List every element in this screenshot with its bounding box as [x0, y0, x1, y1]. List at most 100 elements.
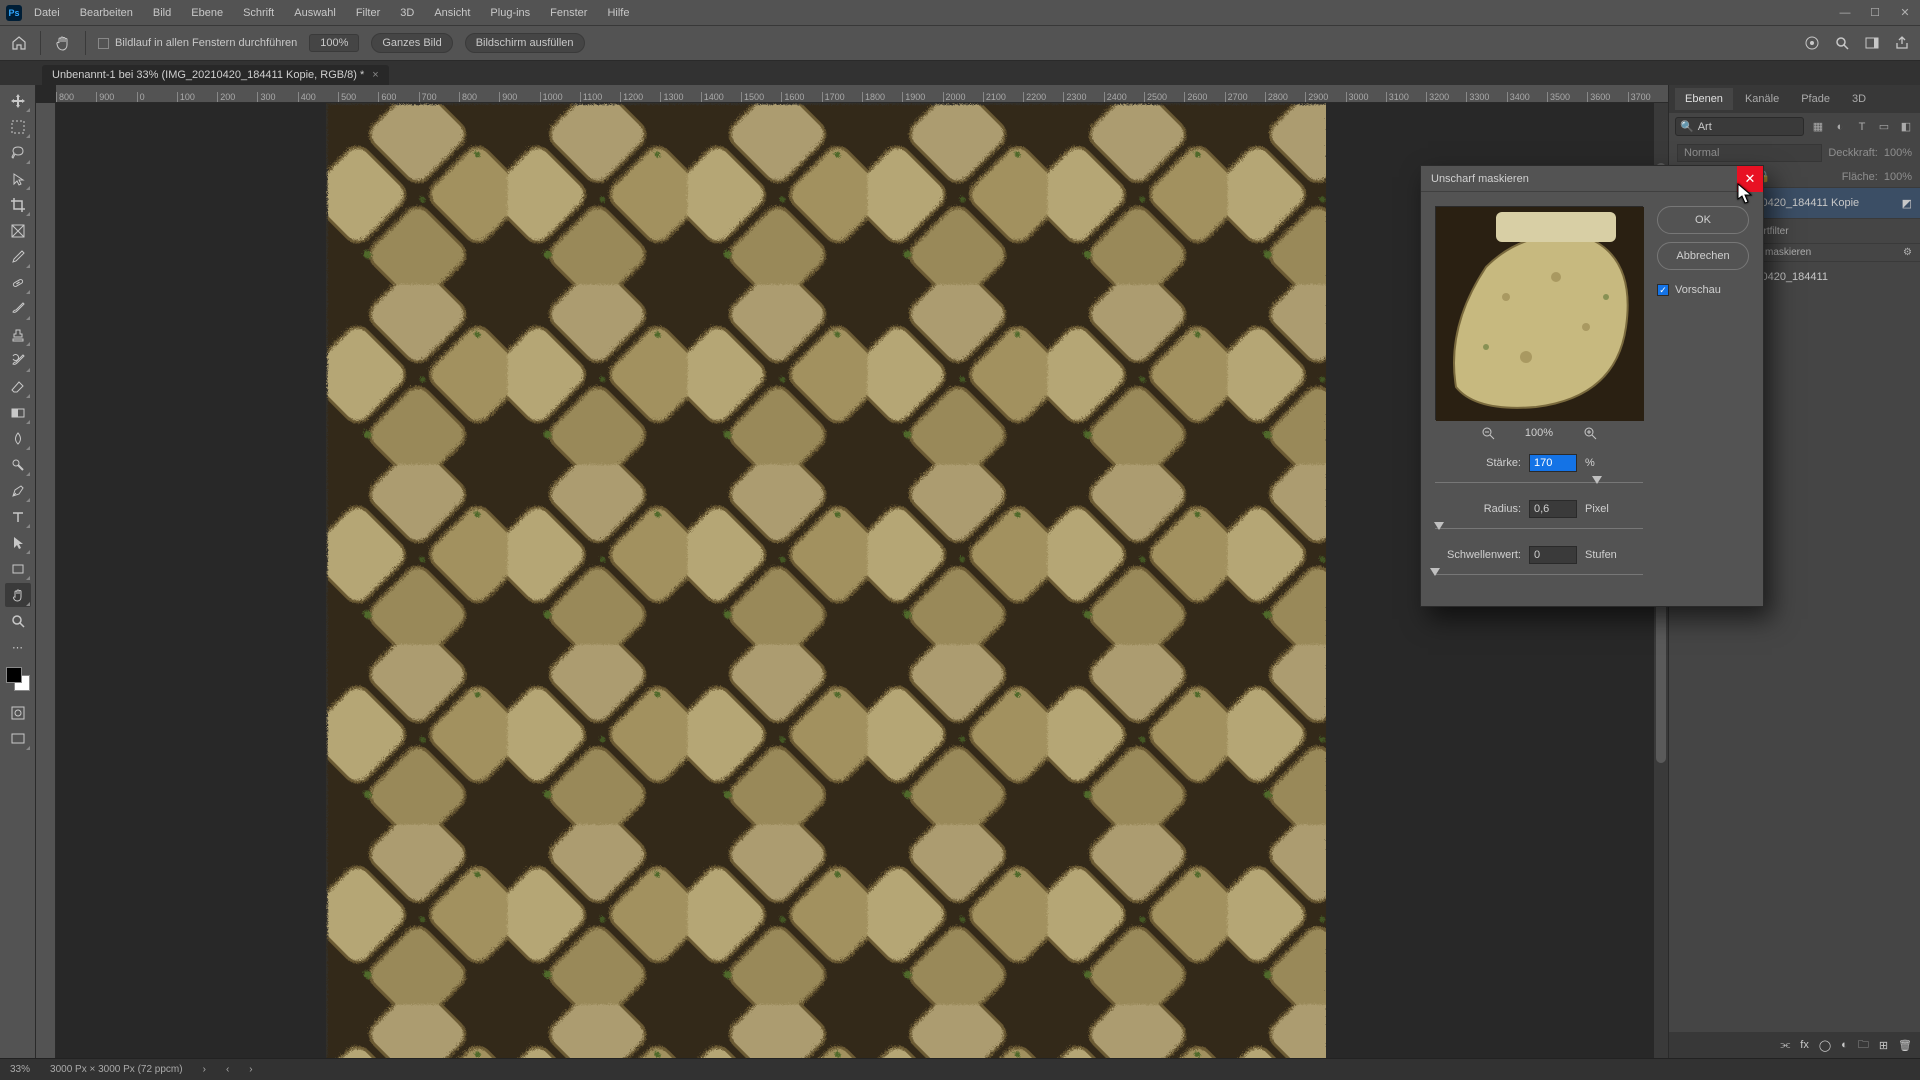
status-zoom[interactable]: 33%	[10, 1064, 30, 1075]
rectangle-tool-icon[interactable]	[5, 557, 31, 581]
menu-edit[interactable]: Bearbeiten	[72, 4, 141, 22]
crop-tool-icon[interactable]	[5, 193, 31, 217]
tab-layers[interactable]: Ebenen	[1675, 88, 1733, 110]
amount-input[interactable]	[1529, 454, 1577, 472]
edit-toolbar-icon[interactable]: ⋯	[5, 635, 31, 659]
zoom-in-icon[interactable]	[1583, 426, 1597, 440]
fill-screen-button[interactable]: Bildschirm ausfüllen	[465, 33, 585, 53]
cloud-icon[interactable]	[1804, 35, 1820, 51]
eyedropper-tool-icon[interactable]	[5, 245, 31, 269]
zoom-tool-icon[interactable]	[5, 609, 31, 633]
scroll-all-checkbox[interactable]: Bildlauf in allen Fenstern durchführen	[98, 37, 297, 49]
document-image	[326, 103, 1326, 1058]
threshold-control: Schwellenwert: Stufen	[1435, 546, 1643, 564]
layer-filter-dropdown[interactable]: 🔍 Art	[1675, 117, 1804, 136]
layer-style-icon[interactable]: fx	[1800, 1039, 1809, 1051]
cancel-button[interactable]: Abbrechen	[1657, 242, 1749, 270]
brush-tool-icon[interactable]	[5, 297, 31, 321]
move-tool-icon[interactable]	[5, 89, 31, 113]
zoom-value[interactable]: 100%	[309, 34, 359, 52]
adjustment-layer-icon[interactable]: ◐	[1841, 1039, 1848, 1051]
screenmode-icon[interactable]	[5, 727, 31, 751]
menu-3d[interactable]: 3D	[392, 4, 422, 22]
healing-tool-icon[interactable]	[5, 271, 31, 295]
layer-mask-icon[interactable]: ◯	[1819, 1039, 1831, 1052]
hand-tool-icon[interactable]	[5, 583, 31, 607]
status-doc-info[interactable]: 3000 Px × 3000 Px (72 ppcm)	[50, 1064, 183, 1075]
filter-shape-icon[interactable]: ▭	[1876, 119, 1892, 135]
tab-paths[interactable]: Pfade	[1791, 88, 1840, 110]
hand-tool-icon[interactable]	[53, 33, 73, 53]
home-icon[interactable]	[10, 34, 28, 52]
window-close-icon[interactable]: ✕	[1890, 0, 1920, 25]
opacity-value[interactable]: 100%	[1884, 147, 1912, 159]
color-swatch[interactable]	[6, 667, 30, 691]
frame-tool-icon[interactable]	[5, 219, 31, 243]
preview-checkbox[interactable]: ✓ Vorschau	[1657, 284, 1749, 296]
workspace-icon[interactable]	[1864, 35, 1880, 51]
ok-button[interactable]: OK	[1657, 206, 1749, 234]
document-tab-title: Unbenannt-1 bei 33% (IMG_20210420_184411…	[52, 69, 364, 81]
amount-label: Stärke:	[1435, 457, 1521, 469]
group-icon[interactable]: 🗀	[1858, 1036, 1869, 1055]
blend-mode-dropdown[interactable]: Normal	[1677, 144, 1822, 162]
link-layers-icon[interactable]: ⫘	[1780, 1039, 1790, 1052]
menu-window[interactable]: Fenster	[542, 4, 595, 22]
threshold-slider[interactable]	[1435, 568, 1643, 582]
tab-3d[interactable]: 3D	[1842, 88, 1876, 110]
menu-plugins[interactable]: Plug-ins	[482, 4, 538, 22]
gradient-tool-icon[interactable]	[5, 401, 31, 425]
menu-type[interactable]: Schrift	[235, 4, 282, 22]
filter-type-icon[interactable]: T	[1854, 119, 1870, 135]
dialog-close-button[interactable]: ✕	[1737, 166, 1763, 192]
share-icon[interactable]	[1894, 35, 1910, 51]
lasso-tool-icon[interactable]	[5, 141, 31, 165]
status-chevron-right-icon[interactable]: ›	[249, 1064, 252, 1075]
radius-slider[interactable]	[1435, 522, 1643, 536]
menu-image[interactable]: Bild	[145, 4, 179, 22]
history-brush-tool-icon[interactable]	[5, 349, 31, 373]
pen-tool-icon[interactable]	[5, 479, 31, 503]
fit-screen-button[interactable]: Ganzes Bild	[371, 33, 452, 53]
filter-adjust-icon[interactable]: ◐	[1832, 119, 1848, 135]
dodge-tool-icon[interactable]	[5, 453, 31, 477]
window-maximize-icon[interactable]: ☐	[1860, 0, 1890, 25]
marquee-tool-icon[interactable]	[5, 115, 31, 139]
delete-layer-icon[interactable]: 🗑	[1898, 1039, 1912, 1052]
radius-input[interactable]	[1529, 500, 1577, 518]
new-layer-icon[interactable]: ⊞	[1879, 1039, 1888, 1052]
foreground-color-swatch[interactable]	[6, 667, 22, 683]
blur-tool-icon[interactable]	[5, 427, 31, 451]
document-tab[interactable]: Unbenannt-1 bei 33% (IMG_20210420_184411…	[42, 65, 389, 85]
menu-view[interactable]: Ansicht	[426, 4, 478, 22]
path-select-tool-icon[interactable]	[5, 531, 31, 555]
filter-pixel-icon[interactable]: ▦	[1810, 119, 1826, 135]
smart-object-icon: ◩	[1902, 197, 1912, 210]
filter-smart-icon[interactable]: ◧	[1898, 119, 1914, 135]
amount-slider[interactable]	[1435, 476, 1643, 490]
eraser-tool-icon[interactable]	[5, 375, 31, 399]
quickmask-icon[interactable]	[5, 701, 31, 725]
threshold-input[interactable]	[1529, 546, 1577, 564]
ruler-horizontal[interactable]: 8009000100200300400500600700800900100011…	[56, 85, 1668, 103]
menu-filter[interactable]: Filter	[348, 4, 388, 22]
selection-tool-icon[interactable]	[5, 167, 31, 191]
zoom-out-icon[interactable]	[1481, 426, 1495, 440]
menu-file[interactable]: Datei	[26, 4, 68, 22]
search-icon[interactable]	[1834, 35, 1850, 51]
stamp-tool-icon[interactable]	[5, 323, 31, 347]
close-tab-icon[interactable]: ×	[372, 69, 378, 81]
dialog-titlebar[interactable]: Unscharf maskieren ✕	[1421, 166, 1763, 192]
menu-select[interactable]: Auswahl	[286, 4, 344, 22]
menu-help[interactable]: Hilfe	[599, 4, 637, 22]
ruler-vertical[interactable]	[36, 103, 56, 1058]
status-arrow-icon[interactable]: ›	[203, 1064, 206, 1075]
window-minimize-icon[interactable]: —	[1830, 0, 1860, 25]
menu-layer[interactable]: Ebene	[183, 4, 231, 22]
status-chevron-left-icon[interactable]: ‹	[226, 1064, 229, 1075]
tab-channels[interactable]: Kanäle	[1735, 88, 1789, 110]
filter-options-icon[interactable]: ⚙	[1903, 247, 1912, 258]
fill-value[interactable]: 100%	[1884, 171, 1912, 183]
type-tool-icon[interactable]	[5, 505, 31, 529]
dialog-preview[interactable]	[1435, 206, 1643, 420]
